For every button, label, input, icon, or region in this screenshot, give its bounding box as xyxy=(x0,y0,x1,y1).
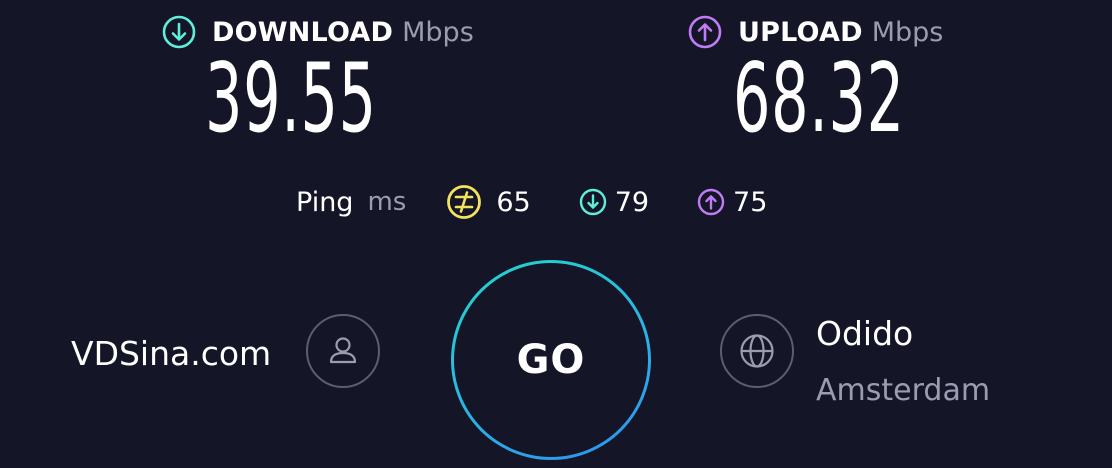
download-arrow-icon xyxy=(162,15,196,49)
change-server-button[interactable] xyxy=(306,314,380,388)
upload-arrow-icon xyxy=(688,15,722,49)
isp-location: Amsterdam xyxy=(816,373,991,408)
go-label: GO xyxy=(516,337,586,383)
ping-download-value: 79 xyxy=(614,186,650,218)
upload-value: 68.32 xyxy=(733,44,905,154)
isp-button[interactable] xyxy=(720,314,794,388)
download-value: 39.55 xyxy=(205,44,377,154)
ping-row: Ping ms 65 79 75 xyxy=(296,184,767,220)
ping-label: Ping xyxy=(296,186,354,218)
ping-upload-value: 75 xyxy=(733,186,768,218)
go-button[interactable]: GO xyxy=(451,260,651,460)
ping-download-icon xyxy=(579,188,606,216)
ping-upload-icon xyxy=(697,188,725,216)
upload-label: UPLOAD xyxy=(738,16,863,48)
globe-icon xyxy=(740,334,774,368)
ping-unit: ms xyxy=(367,187,407,217)
ping-idle-value: 65 xyxy=(496,186,531,218)
upload-unit: Mbps xyxy=(871,16,944,48)
isp-name: Odido xyxy=(816,314,914,353)
download-unit: Mbps xyxy=(402,16,474,48)
ping-idle-icon xyxy=(447,185,482,219)
host-name[interactable]: VDSina.com xyxy=(71,334,271,373)
user-icon xyxy=(329,337,357,364)
download-label: DOWNLOAD xyxy=(212,16,394,48)
